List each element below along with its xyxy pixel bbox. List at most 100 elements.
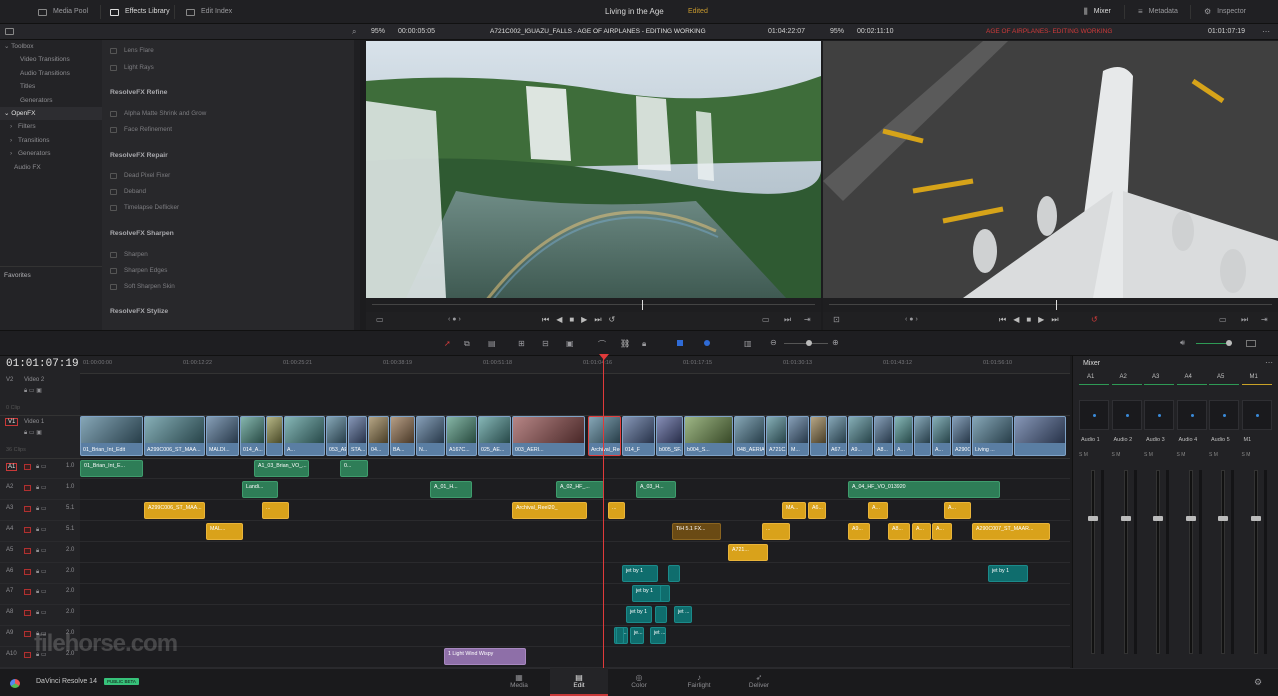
video-clip[interactable]: STA... — [348, 416, 367, 456]
tree-item-video-transitions[interactable]: Video Transitions — [0, 53, 102, 66]
volume-slider-knob[interactable] — [1226, 340, 1232, 346]
match-frame-icon[interactable]: ▭ — [762, 315, 770, 324]
playhead-handle[interactable] — [599, 354, 609, 360]
linked-selection-icon[interactable]: ⛓ — [620, 339, 630, 348]
mixer-button[interactable]: ⫼ Mixer — [1084, 0, 1111, 24]
audio-clip[interactable]: A8... — [888, 522, 910, 540]
fx-item[interactable]: Deband — [110, 188, 146, 195]
replace-clip-icon[interactable]: ▣ — [566, 339, 574, 348]
tree-item-openfx-generators[interactable]: › Generators — [0, 147, 102, 160]
fx-item[interactable]: Face Refinement — [110, 126, 172, 133]
lock-icon[interactable]: 🔒︎ ▭ ▣ — [24, 387, 42, 395]
fx-item[interactable]: Timelapse Deflicker — [110, 204, 179, 211]
mute-button[interactable] — [24, 484, 31, 491]
track-id[interactable]: A2 — [6, 484, 13, 490]
audio-clip[interactable]: 1 Light Wind Wispy — [444, 648, 526, 666]
track-id[interactable]: A9 — [6, 630, 13, 636]
solo-mute-buttons[interactable]: S M — [1079, 452, 1088, 458]
track-id[interactable]: A8 — [6, 609, 13, 615]
lock-icon[interactable]: 🔒︎ ▭ — [36, 484, 47, 492]
volume-fader[interactable] — [1188, 470, 1193, 654]
video-clip[interactable] — [914, 416, 931, 456]
timeline-view-icon[interactable]: ▥ — [744, 339, 752, 348]
volume-fader[interactable] — [1091, 470, 1095, 654]
source-playhead[interactable] — [642, 300, 643, 310]
timeline-viewer-image[interactable] — [823, 41, 1278, 298]
video-clip[interactable]: A290C007... — [952, 416, 971, 456]
audio-clip[interactable]: MAL... — [206, 522, 243, 540]
edit-index-button[interactable]: Edit Index — [186, 0, 232, 24]
audio-clip[interactable]: A_04_HF_VO_013920 — [848, 480, 1000, 498]
fader-knob[interactable] — [1250, 516, 1261, 521]
audio-clip[interactable]: A... — [932, 522, 952, 540]
audio-clip[interactable]: je... — [630, 627, 644, 645]
marker-color-icon[interactable] — [704, 340, 710, 346]
tree-item-audio-fx[interactable]: Audio FX — [0, 161, 102, 174]
fader-knob[interactable] — [1088, 516, 1098, 521]
snapping-icon[interactable]: ⌒ — [598, 339, 606, 350]
mute-button[interactable] — [24, 568, 31, 575]
page-fairlight[interactable]: ♪ Fairlight — [670, 668, 728, 696]
panel-layout-icon[interactable] — [5, 28, 14, 35]
metadata-button[interactable]: ≡ Metadata — [1138, 0, 1178, 24]
fx-item[interactable]: Lens Flare — [110, 47, 154, 54]
video-clip[interactable]: 025_AE... — [478, 416, 511, 456]
speaker-icon[interactable]: 🔊︎ — [1180, 338, 1185, 348]
lock-icon[interactable]: 🔒︎ ▭ — [36, 505, 47, 513]
video-clip[interactable] — [266, 416, 283, 456]
loop-icon[interactable]: ↺ — [1091, 315, 1098, 324]
video-clip[interactable]: MALDI... — [206, 416, 239, 456]
pan-control[interactable] — [1241, 400, 1272, 430]
jog-icon[interactable]: ‹ ● › — [448, 316, 461, 323]
fader-knob[interactable] — [1218, 516, 1228, 521]
mute-button[interactable] — [24, 631, 31, 638]
video-clip[interactable]: 048_AERIAL_K... — [734, 416, 765, 456]
audio-clip[interactable] — [660, 585, 670, 603]
audio-clip[interactable]: A1_03_Brian_VO_... — [254, 460, 309, 477]
audio-clip[interactable]: jet by 1 — [626, 606, 652, 624]
audio-clip[interactable]: A... — [912, 522, 931, 540]
lock-icon[interactable]: 🔒︎ ▭ — [36, 526, 47, 534]
lock-icon[interactable]: 🔒︎ ▭ — [36, 463, 47, 471]
audio-clip[interactable] — [616, 627, 624, 645]
viewer-options-icon[interactable]: ▭ — [376, 315, 384, 324]
mute-button[interactable] — [24, 526, 31, 533]
mute-button[interactable] — [24, 652, 31, 659]
fx-item[interactable]: Sharpen — [110, 251, 148, 258]
audio-clip[interactable]: 0... — [340, 460, 368, 477]
video-clip[interactable]: b005_SF... — [656, 416, 683, 456]
video-clip[interactable] — [1014, 416, 1066, 456]
video-clip[interactable]: 014_A... — [240, 416, 265, 456]
track-id[interactable]: A1 — [6, 463, 18, 471]
next-edit-icon[interactable]: ⏭ — [784, 315, 791, 325]
lock-icon[interactable]: 🔒︎ ▭ ▣ — [24, 429, 42, 437]
pan-control[interactable] — [1079, 400, 1109, 430]
tree-item-transitions[interactable]: › Transitions — [0, 134, 102, 147]
source-scrubber[interactable] — [366, 298, 821, 312]
timeline-ruler[interactable]: 01:00:00:00 01:00:12:22 01:00:25:21 01:00:3… — [80, 356, 1070, 374]
audio-clip[interactable]: ... — [262, 501, 289, 519]
viewer-options-icon[interactable]: ⊡ — [833, 315, 840, 324]
audio-clip[interactable]: A... — [868, 501, 888, 519]
video-clip[interactable]: M... — [788, 416, 809, 456]
flag-color-icon[interactable] — [677, 340, 683, 346]
video-clip[interactable]: BA... — [390, 416, 415, 456]
video-clip[interactable]: A721C... — [766, 416, 787, 456]
fader-knob[interactable] — [1120, 516, 1131, 521]
audio-clip[interactable]: Landi... — [242, 480, 278, 498]
match-frame-icon[interactable]: ▭ — [1219, 315, 1227, 324]
audio-clip[interactable]: jet by 1 — [988, 564, 1028, 582]
video-clip[interactable]: A9... — [848, 416, 873, 456]
audio-clip[interactable]: A_01_H... — [430, 480, 472, 498]
audio-clip[interactable]: A721... — [728, 543, 768, 561]
video-clip[interactable]: N... — [416, 416, 445, 456]
video-clip[interactable]: A167C... — [446, 416, 477, 456]
trim-tool-icon[interactable]: ⧉ — [464, 339, 470, 349]
audio-clip[interactable]: A_02_HF_... — [556, 480, 604, 498]
source-zoom[interactable]: 95% — [371, 28, 385, 35]
mixer-options-icon[interactable]: ⋯ — [1265, 358, 1273, 367]
zoom-slider-knob[interactable] — [806, 340, 812, 346]
fader-knob[interactable] — [1185, 516, 1196, 521]
zoom-in-icon[interactable]: ⊕ — [832, 338, 839, 347]
lock-icon[interactable]: 🔒︎ ▭ — [36, 568, 47, 576]
